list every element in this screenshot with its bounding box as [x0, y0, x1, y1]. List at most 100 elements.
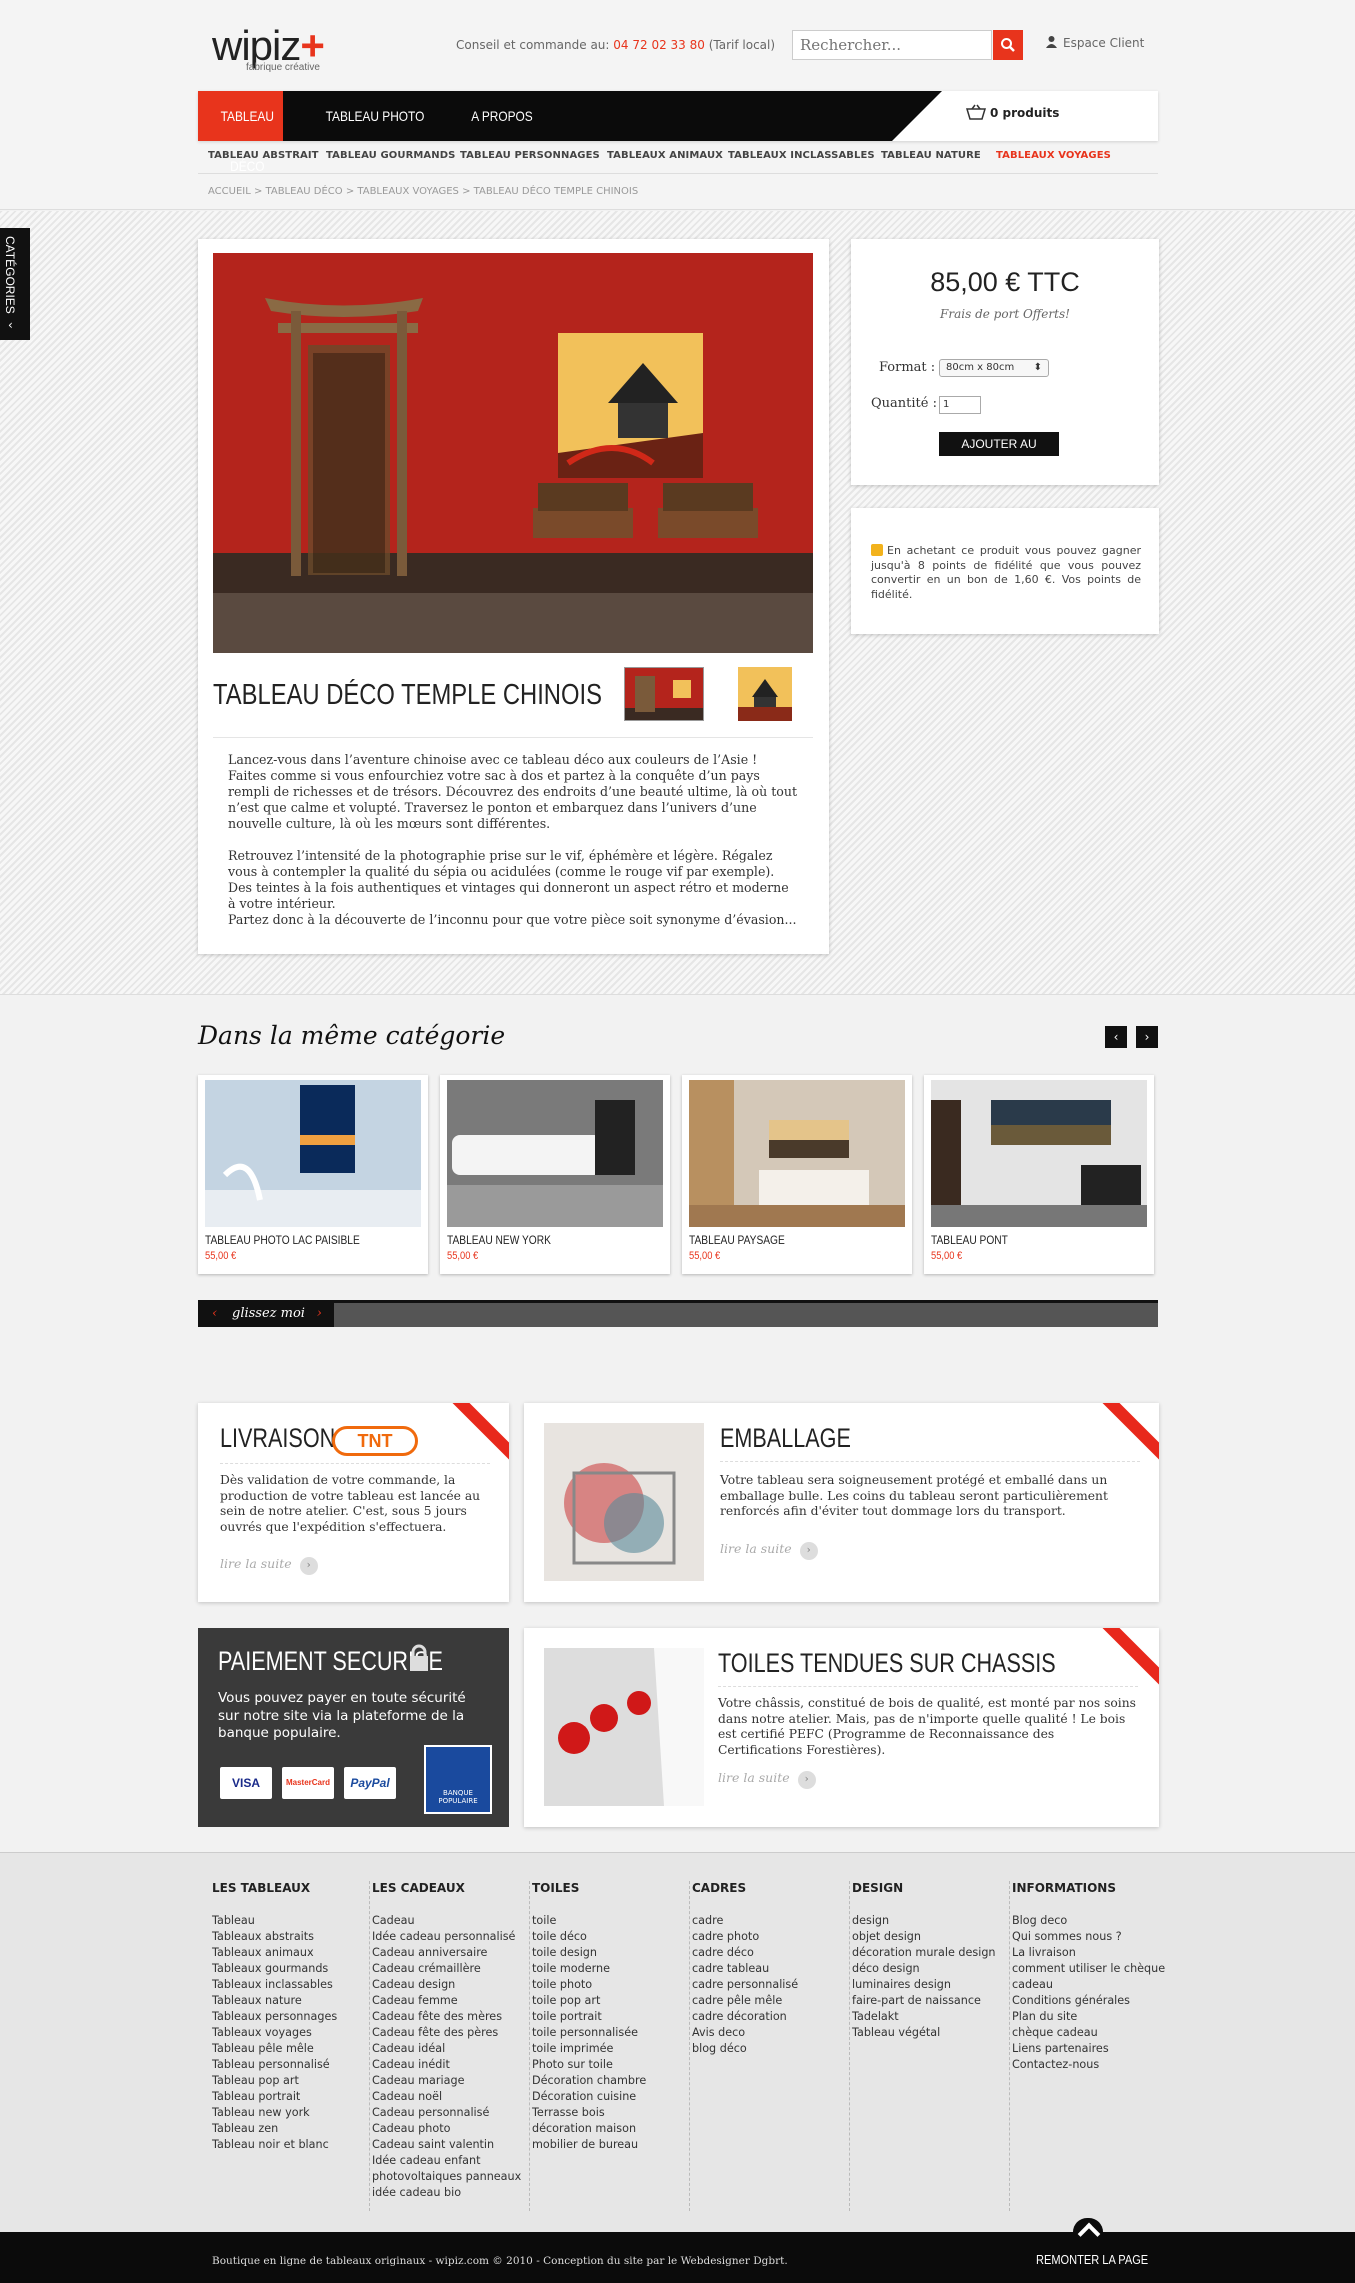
footer-link[interactable]: Tableau végétal — [852, 2025, 1009, 2041]
footer-link[interactable]: Liens partenaires — [1012, 2041, 1170, 2057]
footer-link[interactable]: Cadeau photo — [372, 2121, 529, 2137]
footer-link[interactable]: Tableaux gourmands — [212, 1961, 369, 1977]
nav-tableau-deco[interactable]: TABLEAU DÉCO — [198, 91, 283, 174]
footer-link[interactable]: Blog deco — [1012, 1913, 1170, 1929]
footer-link[interactable]: Idée cadeau personnalisé — [372, 1929, 529, 1945]
footer-link[interactable]: Tableaux abstraits — [212, 1929, 369, 1945]
footer-link[interactable]: cadre — [692, 1913, 849, 1929]
format-select[interactable]: 80cm x 80cm ⬍ — [939, 359, 1049, 377]
read-more-link[interactable]: lire la suite › — [720, 1541, 818, 1560]
carousel-scrollbar[interactable]: ‹ glissez moi › — [198, 1300, 1158, 1327]
footer-link[interactable]: Idée cadeau enfant — [372, 2153, 529, 2169]
footer-link[interactable]: objet design — [852, 1929, 1009, 1945]
footer-link[interactable]: Tableau zen — [212, 2121, 369, 2137]
footer-link[interactable]: Photo sur toile — [532, 2057, 689, 2073]
nav-a-propos[interactable]: A PROPOS — [468, 91, 536, 141]
footer-link[interactable]: cadre décoration — [692, 2009, 849, 2025]
footer-link[interactable]: Cadeau design — [372, 1977, 529, 1993]
footer-link[interactable]: Cadeau femme — [372, 1993, 529, 2009]
footer-link[interactable]: Avis deco — [692, 2025, 849, 2041]
footer-link[interactable]: Tableaux personnages — [212, 2009, 369, 2025]
footer-link[interactable]: Tableau pêle mêle — [212, 2041, 369, 2057]
footer-link[interactable]: toile — [532, 1913, 689, 1929]
read-more-link[interactable]: lire la suite › — [718, 1770, 816, 1789]
footer-link[interactable]: Tadelakt — [852, 2009, 1009, 2025]
footer-link[interactable]: décoration maison — [532, 2121, 689, 2137]
carousel-prev-button[interactable]: ‹ — [1105, 1026, 1127, 1048]
footer-link[interactable]: Tableau portrait — [212, 2089, 369, 2105]
categories-tab[interactable]: CATÉGORIES ‹ — [0, 228, 30, 340]
product-card[interactable]: TABLEAU PONT 55,00 € — [924, 1075, 1154, 1274]
product-card[interactable]: TABLEAU PAYSAGE 55,00 € — [682, 1075, 912, 1274]
footer-link[interactable]: faire-part de naissance — [852, 1993, 1009, 2009]
footer-link[interactable]: photovoltaiques panneaux — [372, 2169, 529, 2185]
add-to-cart-button[interactable]: AJOUTER AU PANIER — [939, 432, 1059, 475]
footer-link[interactable]: Tableaux animaux — [212, 1945, 369, 1961]
subnav-item[interactable]: TABLEAU PERSONNAGES — [460, 150, 600, 161]
subnav-item[interactable]: TABLEAU ABSTRAIT — [208, 150, 319, 161]
search-input[interactable] — [792, 30, 992, 60]
footer-link[interactable]: Tableau — [212, 1913, 369, 1929]
footer-link[interactable]: Tableau noir et blanc — [212, 2137, 369, 2153]
footer-link[interactable]: Tableau personnalisé — [212, 2057, 369, 2073]
quantity-input[interactable]: 1 — [939, 396, 981, 414]
footer-link[interactable]: Terrasse bois — [532, 2105, 689, 2121]
footer-link[interactable]: comment utiliser le chèque cadeau — [1012, 1961, 1170, 1993]
subnav-item[interactable]: TABLEAU NATURE — [881, 150, 981, 161]
footer-link[interactable]: Décoration cuisine — [532, 2089, 689, 2105]
footer-link[interactable]: Cadeau personnalisé — [372, 2105, 529, 2121]
footer-link[interactable]: toile photo — [532, 1977, 689, 1993]
client-area-link[interactable]: Espace Client — [1046, 36, 1144, 50]
product-card[interactable]: TABLEAU NEW YORK 55,00 € — [440, 1075, 670, 1274]
scrollbar-handle[interactable]: ‹ glissez moi › — [198, 1303, 334, 1327]
product-thumbnail[interactable] — [624, 667, 704, 721]
carousel-next-button[interactable]: › — [1136, 1026, 1158, 1048]
footer-link[interactable]: idée cadeau bio — [372, 2185, 529, 2201]
back-to-top-link[interactable]: REMONTER LA PAGE — [1036, 2252, 1148, 2267]
product-main-image[interactable] — [213, 253, 813, 653]
footer-link[interactable]: Cadeau saint valentin — [372, 2137, 529, 2153]
footer-link[interactable]: Tableau pop art — [212, 2073, 369, 2089]
breadcrumb[interactable]: ACCUEIL > TABLEAU DÉCO > TABLEAUX VOYAGE… — [208, 186, 638, 197]
footer-link[interactable]: Cadeau crémaillère — [372, 1961, 529, 1977]
footer-link[interactable]: Tableaux inclassables — [212, 1977, 369, 1993]
footer-link[interactable]: Plan du site — [1012, 2009, 1170, 2025]
footer-link[interactable]: chèque cadeau — [1012, 2025, 1170, 2041]
footer-link[interactable]: Tableaux nature — [212, 1993, 369, 2009]
footer-link[interactable]: Cadeau noël — [372, 2089, 529, 2105]
footer-link[interactable]: La livraison — [1012, 1945, 1170, 1961]
footer-link[interactable]: cadre pêle mêle — [692, 1993, 849, 2009]
footer-link[interactable]: Conditions générales — [1012, 1993, 1170, 2009]
footer-link[interactable]: luminaires design — [852, 1977, 1009, 1993]
footer-link[interactable]: Cadeau idéal — [372, 2041, 529, 2057]
footer-link[interactable]: Décoration chambre — [532, 2073, 689, 2089]
product-card[interactable]: TABLEAU PHOTO LAC PAISIBLE 55,00 € — [198, 1075, 428, 1274]
search-button[interactable] — [993, 30, 1023, 60]
footer-link[interactable]: Cadeau inédit — [372, 2057, 529, 2073]
subnav-item[interactable]: TABLEAUX ANIMAUX — [607, 150, 723, 161]
footer-link[interactable]: Cadeau mariage — [372, 2073, 529, 2089]
footer-link[interactable]: toile déco — [532, 1929, 689, 1945]
footer-link[interactable]: toile design — [532, 1945, 689, 1961]
footer-link[interactable]: Cadeau fête des pères — [372, 2025, 529, 2041]
footer-link[interactable]: cadre photo — [692, 1929, 849, 1945]
footer-link[interactable]: Cadeau anniversaire — [372, 1945, 529, 1961]
read-more-link[interactable]: lire la suite › — [220, 1556, 318, 1575]
arrow-up-icon[interactable] — [1073, 2218, 1103, 2240]
footer-link[interactable]: design — [852, 1913, 1009, 1929]
footer-link[interactable]: toile personnalisée — [532, 2025, 689, 2041]
footer-link[interactable]: toile portrait — [532, 2009, 689, 2025]
footer-link[interactable]: cadre tableau — [692, 1961, 849, 1977]
footer-link[interactable]: Tableaux voyages — [212, 2025, 369, 2041]
footer-link[interactable]: toile imprimée — [532, 2041, 689, 2057]
footer-link[interactable]: cadre déco — [692, 1945, 849, 1961]
footer-link[interactable]: Qui sommes nous ? — [1012, 1929, 1170, 1945]
subnav-item[interactable]: TABLEAU GOURMANDS — [326, 150, 455, 161]
footer-link[interactable]: toile moderne — [532, 1961, 689, 1977]
footer-link[interactable]: Tableau new york — [212, 2105, 369, 2121]
subnav-item-active[interactable]: TABLEAUX VOYAGES — [996, 150, 1111, 161]
footer-link[interactable]: déco design — [852, 1961, 1009, 1977]
footer-link[interactable]: Cadeau fête des mères — [372, 2009, 529, 2025]
footer-link[interactable]: toile pop art — [532, 1993, 689, 2009]
footer-link[interactable]: mobilier de bureau — [532, 2137, 689, 2153]
